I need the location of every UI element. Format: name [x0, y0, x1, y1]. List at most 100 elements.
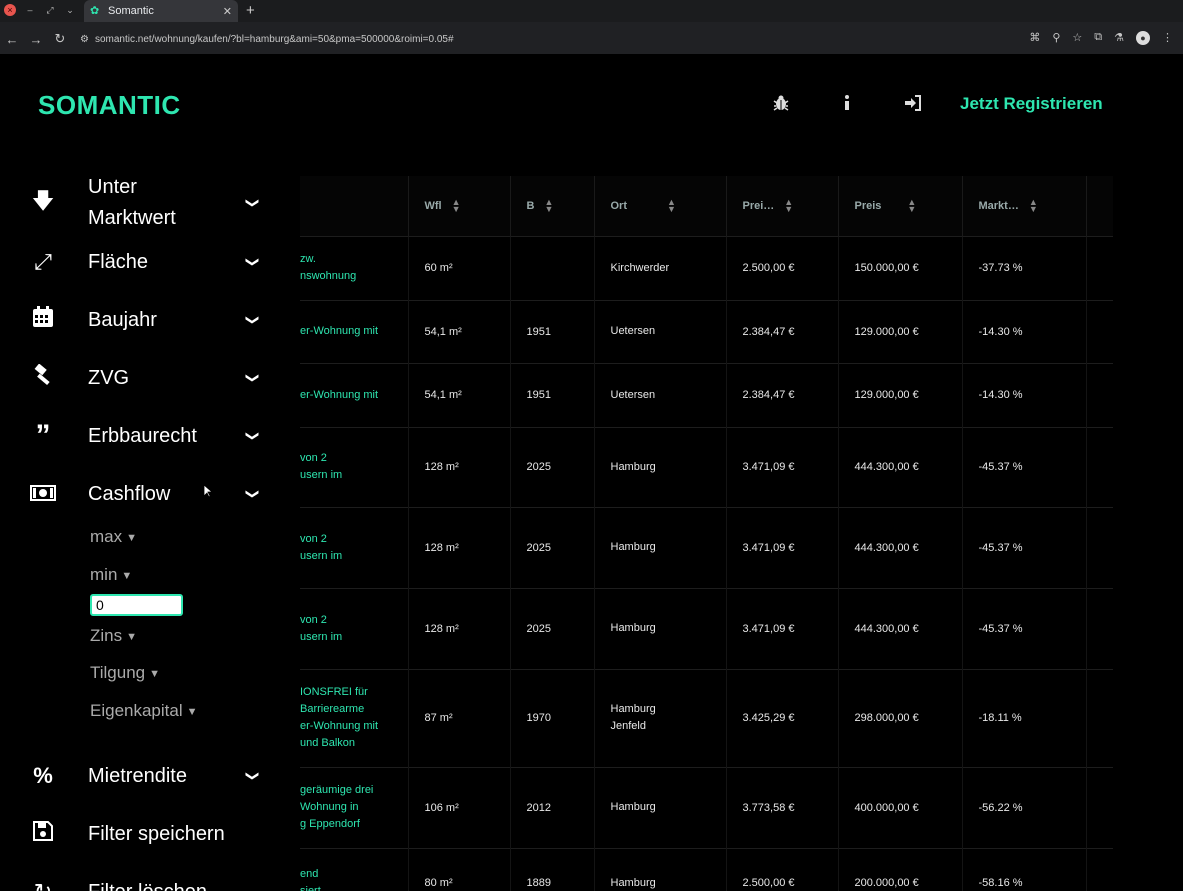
- header-icons: [748, 94, 946, 117]
- cell-wfl: 80 m²: [408, 847, 511, 891]
- site-logo[interactable]: SOMANTIC: [38, 90, 181, 121]
- cell-extra: [1086, 668, 1113, 767]
- cell-marktwert: -14.30 %: [962, 362, 1087, 427]
- listing-title-link[interactable]: von 2 usern im: [300, 426, 409, 507]
- sort-icon[interactable]: ▲ ▼: [784, 197, 793, 213]
- info-icon[interactable]: [814, 94, 880, 117]
- filter-loeschen-button[interactable]: ↻ Filter löschen: [0, 876, 298, 891]
- new-tab-icon[interactable]: +: [246, 2, 255, 19]
- table-row[interactable]: von 2 usern im 128 m² 2025 Hamburg 3.471,09 €…: [300, 506, 1113, 588]
- tab-bar: × – ⤢ ⌄ ✿ Somantic ✕ +: [0, 0, 1183, 22]
- cell-wfl: 87 m²: [408, 668, 511, 767]
- cell-extra: [1086, 766, 1113, 848]
- tab-close-icon[interactable]: ✕: [223, 5, 232, 18]
- table-row[interactable]: er-Wohnung mit 54,1 m² 1951 Uetersen 2.384,4…: [300, 299, 1113, 363]
- window-minimize-icon[interactable]: –: [24, 4, 36, 16]
- bug-icon[interactable]: [748, 94, 814, 117]
- window-maximize-icon[interactable]: ⤢: [44, 4, 56, 16]
- money-bill-icon: [30, 481, 56, 507]
- th-marktwert[interactable]: Markt… ▲ ▼: [962, 176, 1087, 236]
- th-wfl[interactable]: Wfl ▲ ▼: [408, 176, 511, 236]
- window-close-icon[interactable]: ×: [4, 4, 16, 16]
- cashflow-tilgung-dropdown[interactable]: Tilgung ▼: [90, 663, 160, 683]
- reload-icon[interactable]: ↻: [48, 31, 72, 47]
- table-row[interactable]: geräumige drei Wohnung in g Eppendorf 106 m…: [300, 766, 1113, 848]
- cell-qm-preis: 3.471,09 €: [726, 506, 839, 588]
- th-extra: [1086, 176, 1113, 236]
- cell-baujahr: 1970: [510, 668, 595, 767]
- cashflow-min-dropdown[interactable]: min ▼: [90, 565, 132, 585]
- filter-cashflow[interactable]: Cashflow ❯: [0, 478, 298, 510]
- cell-extra: [1086, 426, 1113, 507]
- arrow-down-icon: 🡇: [31, 188, 55, 213]
- cashflow-eigenkapital-dropdown[interactable]: Eigenkapital ▼: [90, 701, 198, 721]
- address-bar[interactable]: ⚙ somantic.net/wohnung/kaufen/?bl=hambur…: [80, 34, 454, 45]
- cell-preis: 400.000,00 €: [838, 766, 963, 848]
- cell-ort: Hamburg: [594, 506, 727, 588]
- sort-icon[interactable]: ▲ ▼: [544, 197, 553, 213]
- tab-list-chevron-icon[interactable]: ⌄: [64, 4, 76, 16]
- cell-preis: 444.300,00 €: [838, 506, 963, 588]
- filter-erbbaurecht[interactable]: ” Erbbaurecht ❯: [0, 419, 298, 452]
- cell-ort: Hamburg: [594, 426, 727, 507]
- cashflow-min-input[interactable]: [90, 594, 183, 616]
- forward-icon[interactable]: →: [24, 32, 48, 47]
- filter-flaeche[interactable]: ⤢ Fläche ❯: [0, 246, 298, 278]
- cell-marktwert: -14.30 %: [962, 299, 1087, 363]
- listing-title-link[interactable]: er-Wohnung mit: [300, 362, 409, 427]
- table-row[interactable]: zw. nswohnung 60 m² Kirchwerder 2.500,00 €15…: [300, 235, 1113, 300]
- filter-speichern-button[interactable]: Filter speichern: [0, 818, 298, 850]
- th-baujahr[interactable]: B ▲ ▼: [510, 176, 595, 236]
- sort-icon[interactable]: ▲ ▼: [667, 197, 676, 213]
- cashflow-max-dropdown[interactable]: max ▼: [90, 527, 137, 547]
- sort-icon[interactable]: ▲ ▼: [907, 197, 916, 213]
- table-row[interactable]: er-Wohnung mit 54,1 m² 1951 Uetersen 2.384,4…: [300, 362, 1113, 427]
- cell-preis: 444.300,00 €: [838, 587, 963, 669]
- th-qm-preis[interactable]: Prei… ▲ ▼: [726, 176, 839, 236]
- back-icon[interactable]: ←: [0, 32, 24, 47]
- caret-down-icon: ▼: [186, 705, 198, 718]
- browser-tab[interactable]: ✿ Somantic ✕: [84, 0, 238, 22]
- cell-qm-preis: 2.500,00 €: [726, 235, 839, 300]
- table-row[interactable]: von 2 usern im 128 m² 2025 Hamburg 3.471,09 €…: [300, 587, 1113, 669]
- translate-icon[interactable]: ⌘: [1029, 31, 1040, 45]
- table-row[interactable]: endsiert80 m²1889Hamburg2.500,00 €200.00…: [300, 847, 1113, 891]
- filter-unter-marktwert[interactable]: 🡇 Unter Marktwert ❯: [0, 172, 298, 234]
- listing-title-link[interactable]: endsiert: [300, 847, 409, 891]
- cell-baujahr: 1889: [510, 847, 595, 891]
- listing-title-link[interactable]: geräumige drei Wohnung in g Eppendorf: [300, 766, 409, 848]
- filter-baujahr[interactable]: Baujahr ❯: [0, 304, 298, 336]
- zoom-icon[interactable]: ⚲: [1052, 31, 1060, 45]
- th-ort[interactable]: Ort ▲ ▼: [594, 176, 727, 236]
- table-row[interactable]: von 2 usern im 128 m² 2025 Hamburg 3.471,09 €…: [300, 426, 1113, 507]
- extensions-icon[interactable]: ⧉: [1094, 31, 1102, 45]
- percent-icon: %: [33, 763, 53, 788]
- listing-title-link[interactable]: von 2 usern im: [300, 587, 409, 669]
- menu-kebab-icon[interactable]: ⋮: [1162, 31, 1173, 45]
- login-icon[interactable]: [880, 95, 946, 116]
- cell-wfl: 60 m²: [408, 235, 511, 300]
- table-row[interactable]: IONSFREI für Barrierearme er-Wohnung mit un…: [300, 668, 1113, 767]
- labs-icon[interactable]: ⚗: [1114, 31, 1124, 45]
- listing-title-link[interactable]: von 2 usern im: [300, 506, 409, 588]
- filter-zvg[interactable]: ZVG ❯: [0, 362, 298, 394]
- site-info-icon[interactable]: ⚙: [80, 34, 89, 45]
- page: SOMANTIC Jetzt Registrieren Wfl ▲ ▼ B ▲ ▼ Or…: [0, 54, 1183, 891]
- listing-title-link[interactable]: zw. nswohnung: [300, 235, 409, 300]
- cell-marktwert: -18.11 %: [962, 668, 1087, 767]
- listing-title-link[interactable]: IONSFREI für Barrierearme er-Wohnung mit un…: [300, 668, 409, 767]
- cell-preis: 444.300,00 €: [838, 426, 963, 507]
- results-table: Wfl ▲ ▼ B ▲ ▼ Ort ▲ ▼ Prei… ▲ ▼ Preis ▲ ▼ Markt… ▲ ▼…: [300, 176, 1113, 891]
- bookmark-star-icon[interactable]: ☆: [1072, 31, 1082, 45]
- th-preis[interactable]: Preis ▲ ▼: [838, 176, 963, 236]
- profile-avatar[interactable]: ●: [1136, 31, 1150, 45]
- filter-mietrendite[interactable]: % Mietrendite ❯: [0, 760, 298, 792]
- cell-extra: [1086, 235, 1113, 300]
- url-text: somantic.net/wohnung/kaufen/?bl=hamburg&…: [94, 33, 454, 45]
- cashflow-zins-dropdown[interactable]: Zins ▼: [90, 626, 137, 646]
- register-link[interactable]: Jetzt Registrieren: [960, 94, 1103, 114]
- sort-icon[interactable]: ▲ ▼: [452, 197, 461, 213]
- sort-icon[interactable]: ▲ ▼: [1029, 197, 1038, 213]
- listing-title-link[interactable]: er-Wohnung mit: [300, 299, 409, 363]
- browser-toolbar: ← → ↻ ⚙ somantic.net/wohnung/kaufen/?bl=…: [0, 25, 1183, 53]
